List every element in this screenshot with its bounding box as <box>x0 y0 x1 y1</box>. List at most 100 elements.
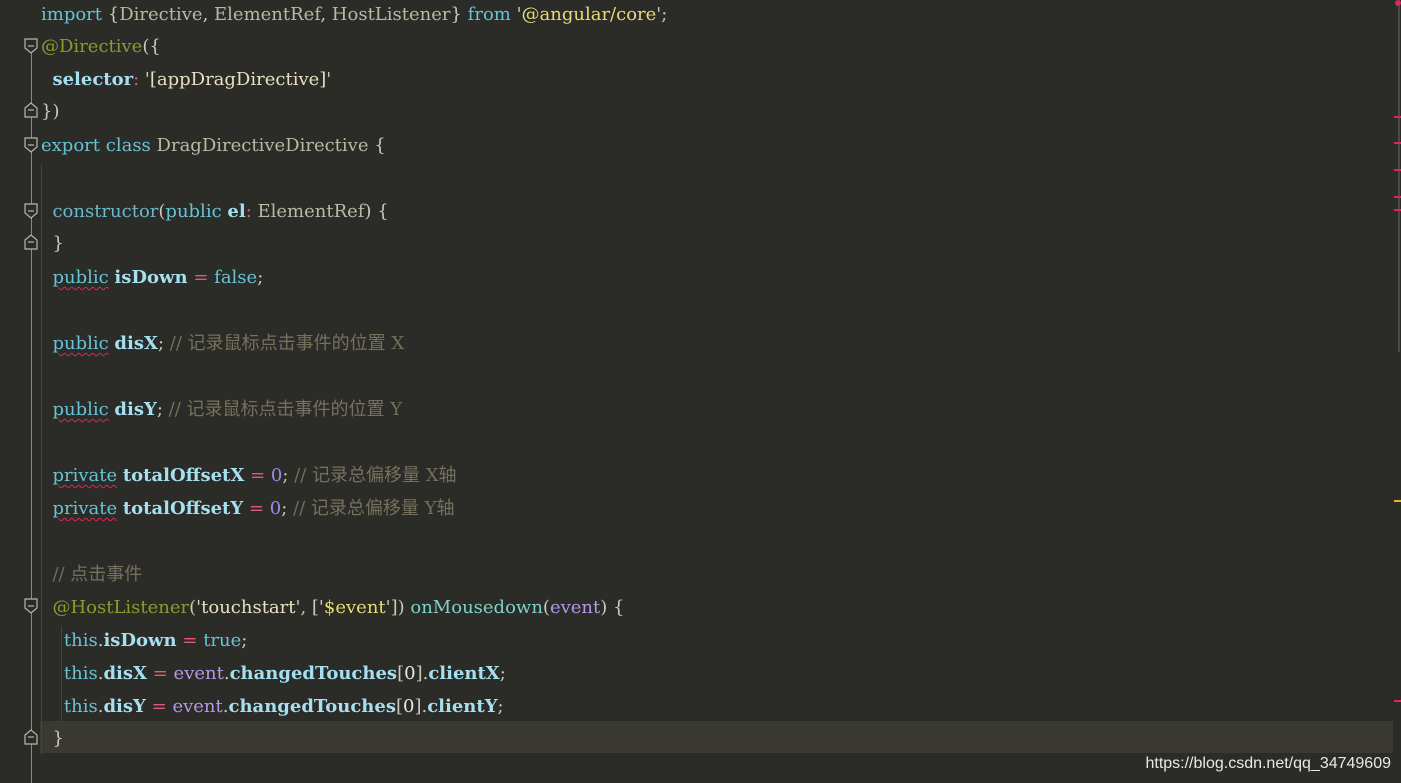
code-token: isDown <box>103 630 177 651</box>
code-line[interactable]: import {Directive, ElementRef, HostListe… <box>41 0 667 30</box>
code-line[interactable]: constructor(public el: ElementRef) { <box>41 197 389 227</box>
error-marker[interactable] <box>1394 142 1401 144</box>
code-token: selector <box>52 69 134 90</box>
code-token: { <box>102 4 120 25</box>
code-line[interactable]: private totalOffsetX = 0; // 记录总偏移量 X轴 <box>41 461 457 491</box>
code-line[interactable]: public disX; // 记录鼠标点击事件的位置 X <box>41 329 404 359</box>
code-line[interactable]: export class DragDirectiveDirective { <box>41 131 386 161</box>
code-token: Directive <box>119 4 203 25</box>
code-token: class <box>105 135 151 156</box>
code-token: } <box>41 728 64 749</box>
current-line-highlight <box>0 721 1393 753</box>
code-token: // 记录鼠标点击事件的位置 Y <box>168 399 403 420</box>
code-token: @angular/core <box>521 4 657 25</box>
code-token: $event <box>323 597 386 618</box>
code-line[interactable]: } <box>41 229 63 259</box>
code-line[interactable]: } <box>41 724 64 754</box>
code-line[interactable]: this.disY = event.changedTouches[0].clie… <box>41 692 504 722</box>
code-token: from <box>467 4 511 25</box>
code-token: ; <box>257 267 264 288</box>
code-line[interactable]: this.disX = event.changedTouches[0].clie… <box>41 659 506 689</box>
code-token: this <box>63 630 98 651</box>
code-token: ) { <box>600 597 625 618</box>
code-token: '; <box>656 4 668 25</box>
code-token: ' <box>510 4 522 25</box>
code-token: public <box>165 201 222 222</box>
code-token: changedTouches <box>229 663 398 684</box>
code-token: DragDirectiveDirective <box>156 135 369 156</box>
error-marker[interactable] <box>1394 700 1401 702</box>
code-token: el <box>227 201 246 222</box>
code-token: private <box>52 465 118 486</box>
code-line[interactable]: this.isDown = true; <box>41 626 247 656</box>
code-token: private <box>52 498 118 519</box>
code-line[interactable]: selector: '[appDragDirective]' <box>41 65 331 95</box>
code-token: ; <box>156 399 169 420</box>
code-token: ; <box>499 663 506 684</box>
code-token: ]. <box>414 696 428 717</box>
code-token: constructor <box>52 201 159 222</box>
code-line[interactable]: public disY; // 记录鼠标点击事件的位置 Y <box>41 395 402 425</box>
code-token: this <box>63 696 98 717</box>
code-line[interactable]: @HostListener('touchstart', ['$event']) … <box>41 593 624 623</box>
fold-end-icon[interactable] <box>24 729 38 745</box>
code-token: export <box>41 135 101 156</box>
code-token: , <box>202 4 215 25</box>
fold-gutter[interactable] <box>0 0 40 783</box>
code-token: = <box>193 267 209 288</box>
fold-collapse-icon[interactable] <box>24 137 38 153</box>
code-token: ElementRef <box>214 4 321 25</box>
code-token: = <box>182 630 198 651</box>
code-token: ) { <box>364 201 389 222</box>
code-token: = <box>248 498 265 519</box>
code-token: disX <box>114 333 158 354</box>
code-token: clientY <box>427 696 498 717</box>
code-token: public <box>52 267 109 288</box>
code-line[interactable]: }) <box>41 97 59 127</box>
code-token: 0 <box>404 663 416 684</box>
fold-collapse-icon[interactable] <box>24 38 38 54</box>
code-token: ', [' <box>295 597 324 618</box>
code-token: false <box>214 267 258 288</box>
code-line[interactable]: private totalOffsetY = 0; // 记录总偏移量 Y轴 <box>41 494 454 524</box>
code-line[interactable]: @Directive({ <box>41 32 161 62</box>
error-marker[interactable] <box>1394 196 1401 198</box>
fold-end-icon[interactable] <box>24 234 38 250</box>
code-line[interactable]: // 点击事件 <box>41 560 142 590</box>
warning-marker[interactable] <box>1394 500 1401 502</box>
vertical-scrollbar[interactable] <box>1393 0 1401 783</box>
code-token: = <box>152 663 168 684</box>
code-token: disY <box>114 399 157 420</box>
code-token: ; <box>281 498 294 519</box>
watermark: https://blog.csdn.net/qq_34749609 <box>1145 755 1391 772</box>
error-marker[interactable] <box>1394 209 1401 211</box>
error-marker[interactable] <box>1394 116 1401 118</box>
code-editor[interactable]: import {Directive, ElementRef, HostListe… <box>0 0 1401 783</box>
fold-collapse-icon[interactable] <box>24 203 38 219</box>
code-token: ; <box>157 333 170 354</box>
code-token: disY <box>103 696 146 717</box>
code-token: totalOffsetY <box>122 498 244 519</box>
code-token: this <box>63 663 98 684</box>
fold-collapse-icon[interactable] <box>24 598 38 614</box>
code-token: @HostListener <box>52 597 190 618</box>
code-token: ElementRef <box>257 201 365 222</box>
code-token: onMousedown <box>410 597 543 618</box>
fold-end-icon[interactable] <box>24 102 38 118</box>
code-token: true <box>203 630 242 651</box>
code-token: = <box>250 465 266 486</box>
code-line[interactable]: public isDown = false; <box>41 263 263 293</box>
code-token: // 记录总偏移量 X轴 <box>294 465 457 486</box>
error-marker[interactable] <box>1394 169 1401 171</box>
scrollbar-thumb[interactable] <box>1398 0 1400 352</box>
code-token: , <box>320 4 332 25</box>
code-token: clientX <box>428 663 500 684</box>
